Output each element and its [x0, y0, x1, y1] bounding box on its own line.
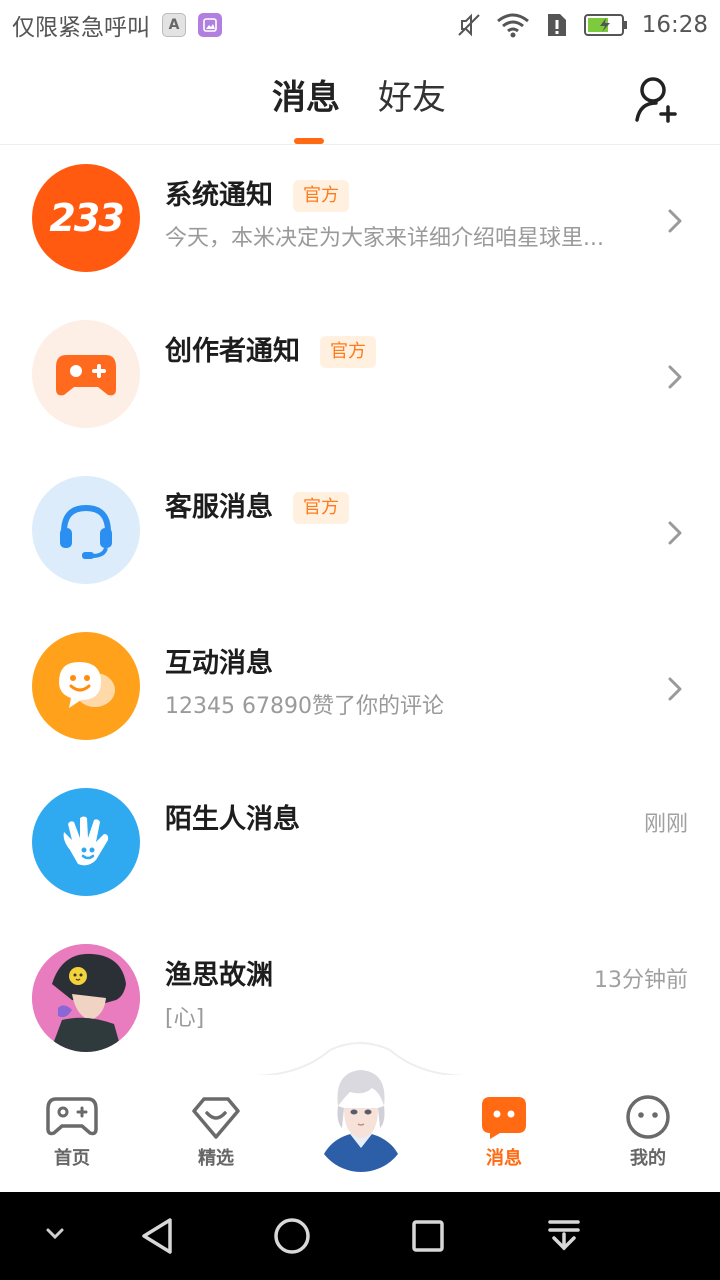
- official-tag: 官方: [320, 336, 376, 368]
- gamepad-icon: [46, 1097, 98, 1136]
- message-bubble-icon: [482, 1097, 526, 1139]
- nav-profile[interactable]: 我的: [598, 1093, 698, 1171]
- tab-friends[interactable]: 好友: [378, 76, 446, 120]
- battery-charging-icon: [583, 14, 627, 36]
- list-item-interaction[interactable]: 互动消息 12345 67890赞了你的评论: [0, 614, 720, 770]
- nav-home[interactable]: 首页: [22, 1093, 122, 1171]
- item-time: 13分钟前: [594, 968, 688, 993]
- list-item-creator-notice[interactable]: 创作者通知 官方: [0, 302, 720, 458]
- chevron-right-icon: [668, 521, 682, 545]
- gamepad-plus-icon: [32, 320, 140, 428]
- face-icon: [626, 1095, 670, 1139]
- chevron-right-icon: [668, 365, 682, 389]
- item-preview: 12345 67890赞了你的评论: [165, 694, 444, 719]
- recents-icon[interactable]: [410, 1216, 446, 1256]
- chevron-right-icon: [668, 677, 682, 701]
- gallery-notification-icon: [198, 13, 222, 37]
- nav-label: 我的: [630, 1148, 666, 1169]
- header: 消息 好友: [0, 50, 720, 145]
- status-bar: 仅限紧急呼叫 A 16:28: [0, 0, 720, 50]
- nav-label: 首页: [54, 1148, 90, 1169]
- waving-hand-icon: [32, 788, 140, 896]
- item-title: 创作者通知: [165, 336, 300, 367]
- message-list: 233 系统通知 官方 今天，本米决定为大家来详细介绍咱星球里... 创作者通知…: [0, 146, 720, 1082]
- nav-messages[interactable]: 消息: [454, 1093, 554, 1171]
- chevron-right-icon: [668, 209, 682, 233]
- active-tab-indicator: [294, 138, 324, 144]
- nav-label: 精选: [198, 1148, 234, 1169]
- item-title: 渔思故渊: [165, 960, 273, 991]
- list-item-customer-service[interactable]: 客服消息 官方: [0, 458, 720, 614]
- system-233-icon: 233: [32, 164, 140, 272]
- home-icon[interactable]: [272, 1216, 312, 1256]
- wifi-icon: [496, 13, 529, 38]
- item-title: 系统通知: [165, 180, 273, 211]
- sim-alert-icon: [547, 14, 566, 36]
- carrier-text: 仅限紧急呼叫: [12, 15, 150, 41]
- official-tag: 官方: [293, 492, 349, 524]
- add-friend-icon[interactable]: [632, 74, 682, 124]
- item-title: 陌生人消息: [165, 804, 300, 835]
- item-preview: 今天，本米决定为大家来详细介绍咱星球里...: [165, 226, 604, 251]
- tab-messages[interactable]: 消息: [272, 76, 340, 120]
- item-title: 互动消息: [165, 648, 273, 679]
- chevron-down-icon[interactable]: [44, 1226, 66, 1242]
- clock: 16:28: [641, 12, 708, 38]
- list-item-stranger-messages[interactable]: 陌生人消息 刚刚: [0, 770, 720, 926]
- system-navigation-bar: [0, 1192, 720, 1280]
- nav-label: 消息: [486, 1148, 522, 1169]
- notification-pulldown-icon[interactable]: [546, 1216, 582, 1256]
- official-tag: 官方: [293, 180, 349, 212]
- item-time: 刚刚: [643, 812, 688, 837]
- character-avatar[interactable]: [314, 1062, 408, 1172]
- nav-featured[interactable]: 精选: [166, 1093, 266, 1171]
- item-title: 客服消息: [165, 492, 273, 523]
- mute-icon: [457, 13, 480, 37]
- list-item-system-notice[interactable]: 233 系统通知 官方 今天，本米决定为大家来详细介绍咱星球里...: [0, 146, 720, 302]
- chat-bubble-smile-icon: [32, 632, 140, 740]
- heart-diamond-icon: [192, 1097, 240, 1139]
- back-icon[interactable]: [138, 1216, 176, 1256]
- input-method-icon: A: [162, 13, 186, 37]
- headset-icon: [32, 476, 140, 584]
